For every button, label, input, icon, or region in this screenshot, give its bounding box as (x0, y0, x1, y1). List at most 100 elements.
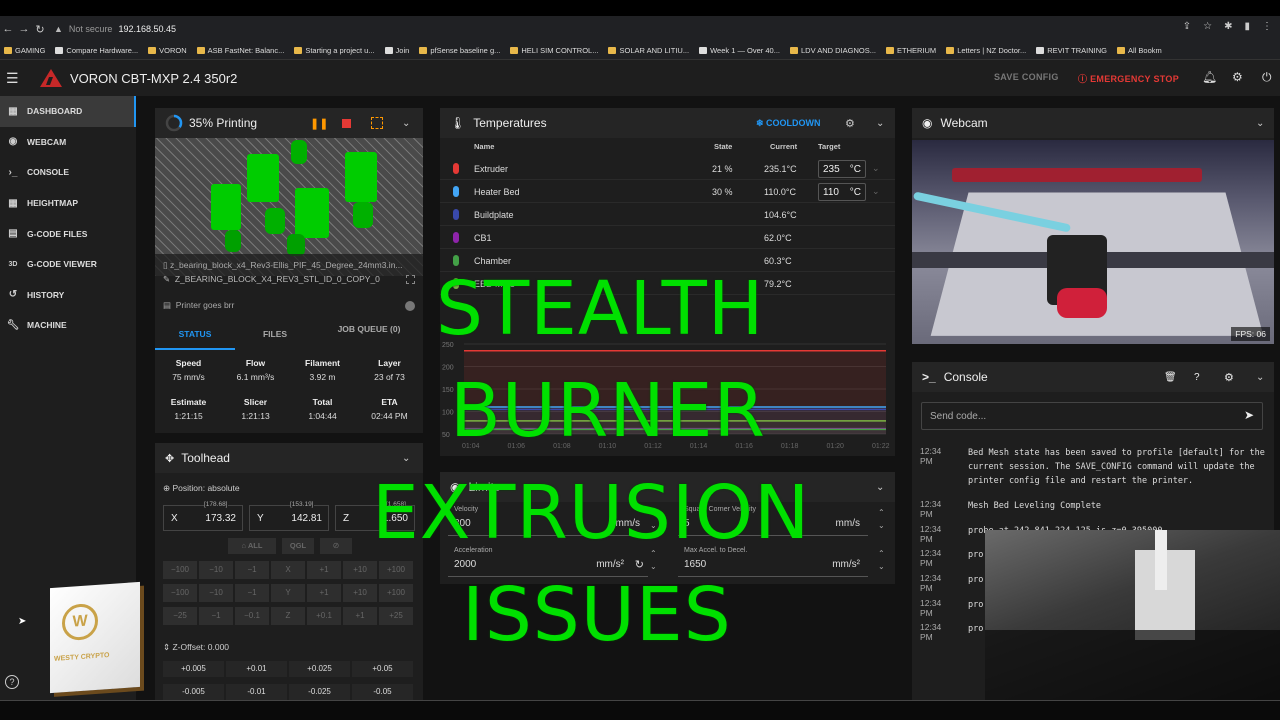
back-icon[interactable]: ← (0, 23, 16, 35)
sidebar-item-machine[interactable]: 🔧︎ MACHINE (0, 310, 136, 341)
jog-x-button[interactable]: X (271, 561, 305, 579)
address-bar[interactable]: ▲ Not secure 192.168.50.45 (54, 24, 176, 34)
collapse-icon[interactable]: ⌄ (1256, 118, 1264, 129)
presets-chevron-icon[interactable]: ⌄ (872, 163, 880, 174)
jog-y-button[interactable]: −100 (163, 584, 197, 602)
bookmark-item[interactable]: REVIT TRAINING (1036, 46, 1107, 55)
jog-z-button[interactable]: +25 (379, 607, 413, 625)
temp-target-input[interactable]: 235 °C (818, 160, 866, 178)
sidebar-item-heightmap[interactable]: ▦ HEIGHTMAP (0, 188, 136, 219)
tab-status[interactable]: STATUS (155, 320, 235, 350)
bookmark-item[interactable]: LDV AND DIAGNOS... (789, 46, 876, 55)
bookmark-item[interactable]: HELI SIM CONTROL... (510, 46, 598, 55)
z-down-button[interactable]: -0.01 (226, 684, 287, 700)
bookmark-item[interactable]: pfSense baseline g... (419, 46, 500, 55)
stop-icon[interactable] (342, 118, 351, 128)
sidepanel-icon[interactable]: ▮ (1244, 21, 1250, 32)
motors-off-button[interactable]: ⊘ (320, 538, 352, 554)
sidebar-help-icon[interactable]: ? (5, 675, 19, 689)
z-up-button[interactable]: +0.05 (352, 661, 413, 677)
sidebar-item-dashboard[interactable]: ▦ DASHBOARD (0, 96, 136, 127)
jog-z-button[interactable]: −25 (163, 607, 197, 625)
share-icon[interactable]: ⇪ (1183, 21, 1191, 32)
jog-y-button[interactable]: +1 (307, 584, 341, 602)
z-up-button[interactable]: +0.025 (289, 661, 350, 677)
jog-y-button[interactable]: Y (271, 584, 305, 602)
power-icon[interactable]: ⏻ (1262, 70, 1272, 85)
sidebar-item-g-code-files[interactable]: ▤ G-CODE FILES (0, 218, 136, 249)
tab-job-queue[interactable]: JOB QUEUE (0) (315, 320, 423, 350)
bookmark-item[interactable]: Week 1 — Over 40... (699, 46, 780, 55)
tab-files[interactable]: FILES (235, 320, 315, 350)
scv-stepper[interactable]: ⌃ ⌄ (878, 506, 885, 532)
jog-x-button[interactable]: −1 (235, 561, 269, 579)
qgl-button[interactable]: QGL (282, 538, 314, 554)
bookmark-item[interactable]: VORON (148, 46, 187, 55)
bookmark-item[interactable]: Compare Hardware... (55, 46, 138, 55)
menu-icon[interactable]: ⋮ (1262, 21, 1272, 32)
sidebar-item-history[interactable]: ↺ HISTORY (0, 280, 136, 311)
jog-y-button[interactable]: −10 (199, 584, 233, 602)
sidebar-item-g-code-viewer[interactable]: 3D G-CODE VIEWER (0, 249, 136, 280)
collapse-icon[interactable]: ⌄ (1256, 372, 1264, 383)
trash-icon[interactable]: 🗑︎ (1164, 372, 1177, 383)
collapse-icon[interactable]: ⌄ (876, 482, 884, 493)
reload-icon[interactable]: ↻ (32, 23, 48, 36)
z-down-button[interactable]: -0.025 (289, 684, 350, 700)
y-position-field[interactable]: Y [153.19] 142.81 (249, 501, 329, 531)
settings-icon[interactable]: ⚙ (845, 117, 855, 130)
bookmark-item[interactable]: SOLAR AND LITIU... (608, 46, 689, 55)
sidebar-item-console[interactable]: ›_ CONSOLE (0, 157, 136, 188)
home-all-button[interactable]: ⌂ ALL (228, 538, 276, 554)
decel-stepper[interactable]: ⌃ ⌄ (878, 547, 885, 573)
collapse-icon[interactable]: ⌄ (876, 118, 884, 129)
collapse-icon[interactable]: ⌄ (402, 453, 410, 464)
forward-icon[interactable]: → (16, 23, 32, 35)
z-down-button[interactable]: -0.005 (163, 684, 224, 700)
presets-chevron-icon[interactable]: ⌄ (872, 186, 880, 197)
sidebar-item-webcam[interactable]: ◉ WEBCAM (0, 127, 136, 158)
star-icon[interactable]: ☆ (1203, 21, 1212, 32)
pause-icon[interactable]: ❚❚ (310, 117, 328, 130)
bookmark-item[interactable]: Join (384, 46, 409, 55)
send-icon[interactable]: ➤ (1244, 408, 1254, 422)
bookmark-item[interactable]: Letters | NZ Doctor... (946, 46, 1026, 55)
z-down-button[interactable]: -0.05 (352, 684, 413, 700)
bookmark-item[interactable]: ASB FastNet: Balanc... (196, 46, 284, 55)
bookmark-item[interactable]: GAMING (4, 46, 45, 55)
jog-x-button[interactable]: −100 (163, 561, 197, 579)
z-up-button[interactable]: +0.005 (163, 661, 224, 677)
exclude-small-icon[interactable] (406, 275, 415, 284)
settings-icon[interactable]: ⚙ (1224, 371, 1234, 384)
cooldown-button[interactable]: ❄ COOLDOWN (756, 118, 821, 129)
jog-z-button[interactable]: +0.1 (307, 607, 341, 625)
exclude-object-icon[interactable] (371, 117, 383, 129)
console-input[interactable]: Send code... ➤ (921, 402, 1263, 430)
reset-icon[interactable]: ↻ (635, 558, 644, 571)
jog-z-button[interactable]: −0.1 (235, 607, 269, 625)
jog-z-button[interactable]: +1 (343, 607, 377, 625)
jog-x-button[interactable]: +100 (379, 561, 413, 579)
jog-z-button[interactable]: Z (271, 607, 305, 625)
bookmark-item[interactable]: ETHERIUM (886, 46, 936, 55)
temp-target-input[interactable]: 110 °C (818, 183, 866, 201)
hamburger-icon[interactable]: ☰ (6, 70, 30, 87)
emergency-stop-button[interactable]: ⓘ EMERGENCY STOP (1078, 72, 1179, 85)
save-config-button[interactable]: SAVE CONFIG (994, 72, 1059, 82)
position-mode[interactable]: ⊕ Position: absolute (163, 483, 240, 494)
jog-x-button[interactable]: +10 (343, 561, 377, 579)
collapse-icon[interactable]: ⌄ (402, 118, 410, 129)
bookmark-item[interactable]: All Bookm (1116, 46, 1162, 55)
jog-y-button[interactable]: +100 (379, 584, 413, 602)
settings-icon[interactable]: ⚙ (1232, 70, 1243, 84)
jog-z-button[interactable]: −1 (199, 607, 233, 625)
x-position-field[interactable]: X [178.68] 173.32 (163, 501, 243, 531)
jog-y-button[interactable]: −1 (235, 584, 269, 602)
z-up-button[interactable]: +0.01 (226, 661, 287, 677)
extensions-icon[interactable]: ✱ (1224, 21, 1232, 32)
dismiss-message-icon[interactable] (405, 301, 415, 311)
jog-x-button[interactable]: +1 (307, 561, 341, 579)
bookmark-item[interactable]: Starting a project u... (294, 46, 375, 55)
bell-icon[interactable]: 🔔︎ (1202, 70, 1217, 84)
jog-y-button[interactable]: +10 (343, 584, 377, 602)
